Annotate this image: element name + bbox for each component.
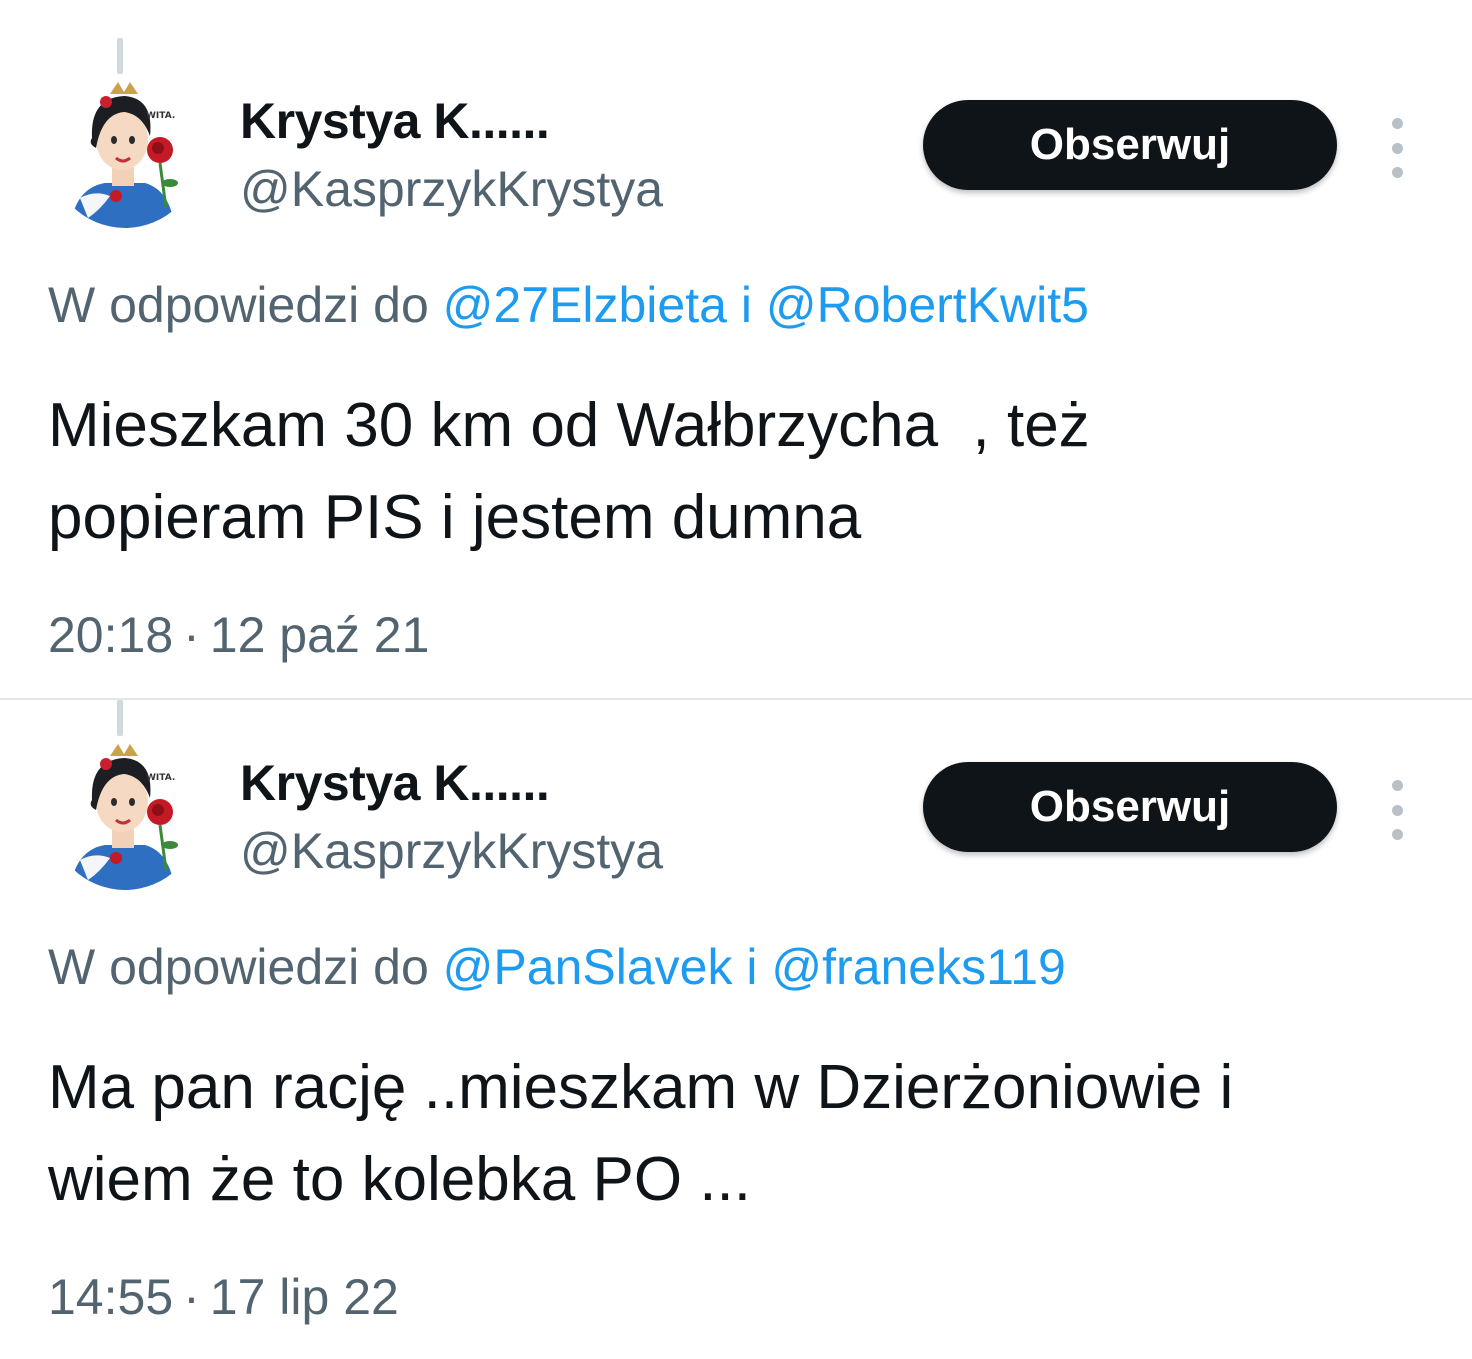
tweet-timestamp[interactable]: 14:55 · 17 lip 22	[48, 1268, 399, 1326]
dot	[1391, 142, 1403, 154]
tweet-text: Ma pan rację ..mieszkam w Dzierżoniowie …	[48, 1053, 1234, 1214]
tweet-time[interactable]: 20:18	[48, 607, 173, 663]
tweet-date[interactable]: 17 lip 22	[210, 1269, 399, 1325]
reply-to-line: W odpowiedzi do @27Elzbieta i @RobertKwi…	[48, 276, 1089, 334]
svg-text:WITA.: WITA.	[146, 773, 175, 783]
reply-prefix: W odpowiedzi do	[48, 939, 429, 995]
user-handle[interactable]: @KasprzykKrystya	[240, 160, 663, 218]
display-name[interactable]: Krystya K......	[240, 754, 550, 812]
tweet[interactable]: WITA. Krystya K...... @KasprzykKrystya O…	[0, 0, 1472, 663]
avatar[interactable]: WITA.	[50, 78, 200, 228]
dot	[1391, 118, 1403, 129]
tweet-text: Mieszkam 30 km od Wałbrzycha , też popie…	[48, 391, 1090, 552]
meta-separator: ·	[183, 607, 200, 663]
avatar-image: WITA.	[50, 740, 200, 890]
more-vertical-icon[interactable]	[1380, 780, 1414, 840]
reply-to-line: W odpowiedzi do @PanSlavek i @franeks119	[48, 938, 1066, 996]
thread-connector-line	[117, 38, 123, 74]
mention-link[interactable]: @franeks119	[771, 939, 1065, 995]
reply-joiner: i	[740, 277, 752, 333]
meta-separator: ·	[183, 1269, 200, 1325]
reply-prefix: W odpowiedzi do	[48, 277, 429, 333]
mention-link[interactable]: @RobertKwit5	[766, 277, 1089, 333]
avatar[interactable]: WITA.	[50, 740, 200, 890]
tweet-date[interactable]: 12 paź 21	[210, 607, 430, 663]
thread-connector-line	[117, 700, 123, 736]
reply-joiner: i	[746, 939, 758, 995]
dot	[1391, 780, 1403, 791]
dot	[1391, 829, 1403, 840]
follow-button[interactable]: Obserwuj	[923, 100, 1337, 190]
tweet-timestamp[interactable]: 20:18 · 12 paź 21	[48, 606, 429, 664]
dot	[1391, 167, 1403, 178]
follow-button[interactable]: Obserwuj	[923, 762, 1337, 852]
mention-link[interactable]: @PanSlavek	[443, 939, 733, 995]
tweet-time[interactable]: 14:55	[48, 1269, 173, 1325]
avatar-image: WITA.	[50, 78, 200, 228]
svg-text:WITA.: WITA.	[146, 111, 175, 121]
user-handle[interactable]: @KasprzykKrystya	[240, 822, 663, 880]
more-vertical-icon[interactable]	[1380, 118, 1414, 178]
dot	[1391, 804, 1403, 816]
display-name[interactable]: Krystya K......	[240, 92, 550, 150]
mention-link[interactable]: @27Elzbieta	[443, 277, 727, 333]
tweet[interactable]: WITA. Krystya K...... @KasprzykKrystya O…	[0, 662, 1472, 1325]
